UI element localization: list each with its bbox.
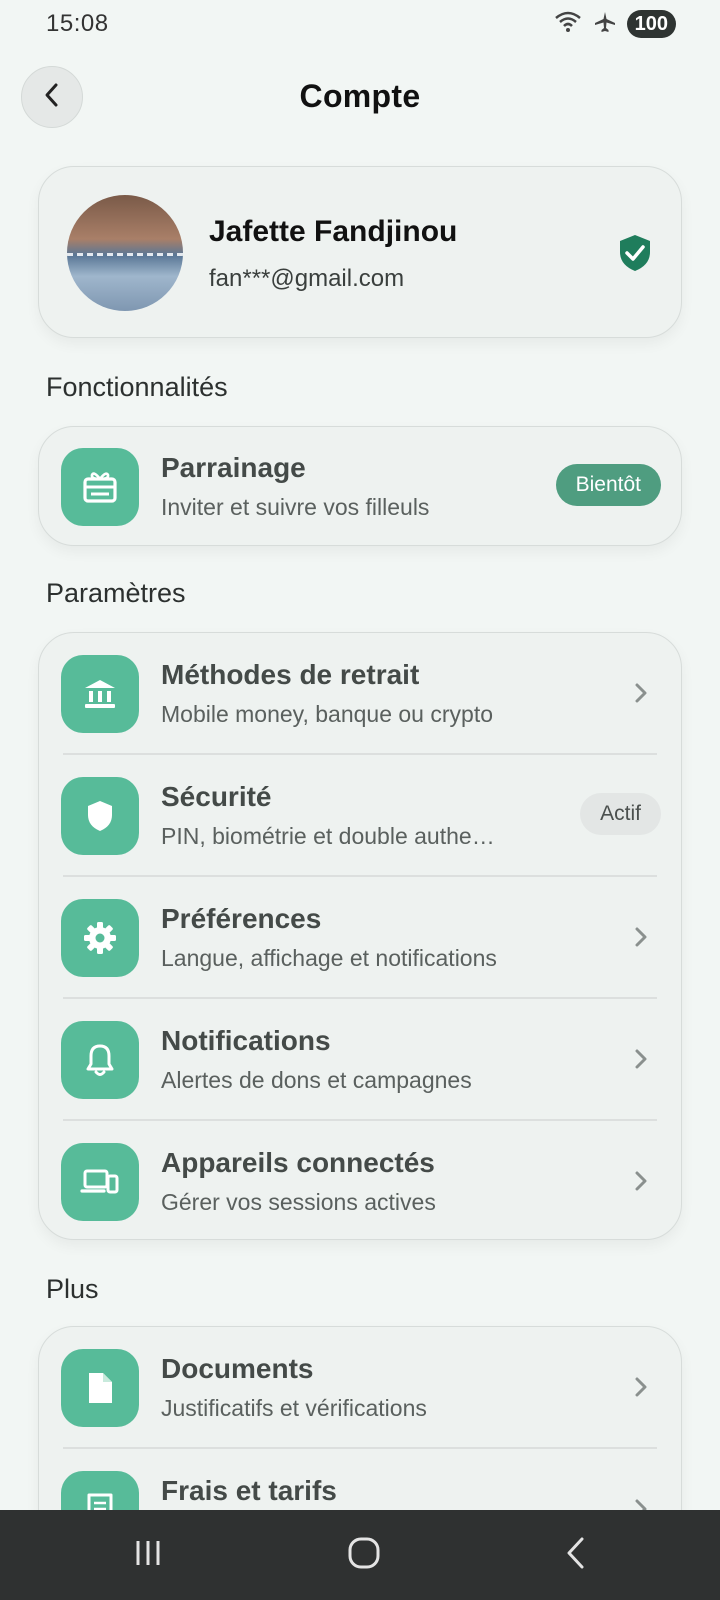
row-subtitle: Gérer vos sessions actives — [161, 1189, 436, 1215]
system-back-icon[interactable] — [563, 1536, 589, 1575]
row-subtitle: Inviter et suivre vos filleuls — [161, 494, 430, 520]
shield-icon — [61, 777, 139, 855]
section-title-more: Plus — [46, 1274, 99, 1304]
chevron-right-icon — [633, 681, 649, 710]
section-title-features: Fonctionnalités — [46, 372, 228, 402]
chevron-right-icon — [633, 1169, 649, 1198]
gear-icon — [61, 899, 139, 977]
status-bar: 15:08 100 — [0, 0, 720, 48]
row-notifications[interactable]: Notifications Alertes de dons et campagn… — [39, 999, 681, 1121]
row-subtitle: Alertes de dons et campagnes — [161, 1067, 472, 1093]
row-documents[interactable]: Documents Justificatifs et vérifications — [39, 1327, 681, 1449]
row-withdrawal-methods[interactable]: Méthodes de retrait Mobile money, banque… — [39, 633, 681, 755]
row-parrainage[interactable]: Parrainage Inviter et suivre vos filleul… — [39, 426, 681, 548]
wifi-icon — [553, 10, 583, 39]
status-icons: 100 — [553, 10, 676, 39]
row-title: Appareils connectés — [161, 1147, 435, 1178]
status-time: 15:08 — [46, 10, 109, 37]
document-icon — [61, 1349, 139, 1427]
page-title: Compte — [299, 78, 421, 114]
header: Compte — [0, 62, 720, 130]
row-title: Documents — [161, 1353, 314, 1384]
chevron-right-icon — [633, 1047, 649, 1076]
bank-icon — [61, 655, 139, 733]
profile-name: Jafette Fandjinou — [209, 215, 458, 248]
chevron-right-icon — [633, 925, 649, 954]
bell-icon — [61, 1021, 139, 1099]
settings-card: Méthodes de retrait Mobile money, banque… — [38, 632, 682, 1240]
row-title: Notifications — [161, 1025, 331, 1056]
status-badge: Bientôt — [555, 464, 661, 506]
features-card: Parrainage Inviter et suivre vos filleul… — [38, 426, 682, 546]
row-title: Méthodes de retrait — [161, 659, 420, 690]
row-subtitle: PIN, biométrie et double authe… — [161, 823, 495, 849]
section-title-settings: Paramètres — [46, 578, 186, 608]
row-subtitle: Mobile money, banque ou crypto — [161, 701, 493, 727]
row-connected-devices[interactable]: Appareils connectés Gérer vos sessions a… — [39, 1121, 681, 1243]
profile-email: fan***@gmail.com — [209, 265, 405, 292]
battery-indicator: 100 — [626, 10, 676, 38]
profile-card[interactable]: Jafette Fandjinou fan***@gmail.com — [38, 166, 682, 338]
status-badge: Actif — [580, 793, 661, 835]
chevron-right-icon — [633, 1375, 649, 1404]
row-subtitle: Langue, affichage et notifications — [161, 945, 497, 971]
row-title: Parrainage — [161, 452, 306, 483]
gift-icon — [61, 448, 139, 526]
avatar — [67, 195, 183, 311]
row-preferences[interactable]: Préférences Langue, affichage et notific… — [39, 877, 681, 999]
verified-shield-icon — [617, 233, 653, 278]
recent-apps-icon[interactable] — [131, 1538, 165, 1573]
row-subtitle: Justificatifs et vérifications — [161, 1395, 427, 1421]
row-title: Frais et tarifs — [161, 1475, 337, 1506]
home-icon[interactable] — [347, 1536, 381, 1575]
row-title: Sécurité — [161, 781, 272, 812]
airplane-icon — [593, 10, 617, 39]
row-security[interactable]: Sécurité PIN, biométrie et double authe…… — [39, 755, 681, 877]
row-title: Préférences — [161, 903, 322, 934]
devices-icon — [61, 1143, 139, 1221]
system-nav-bar — [0, 1510, 720, 1600]
